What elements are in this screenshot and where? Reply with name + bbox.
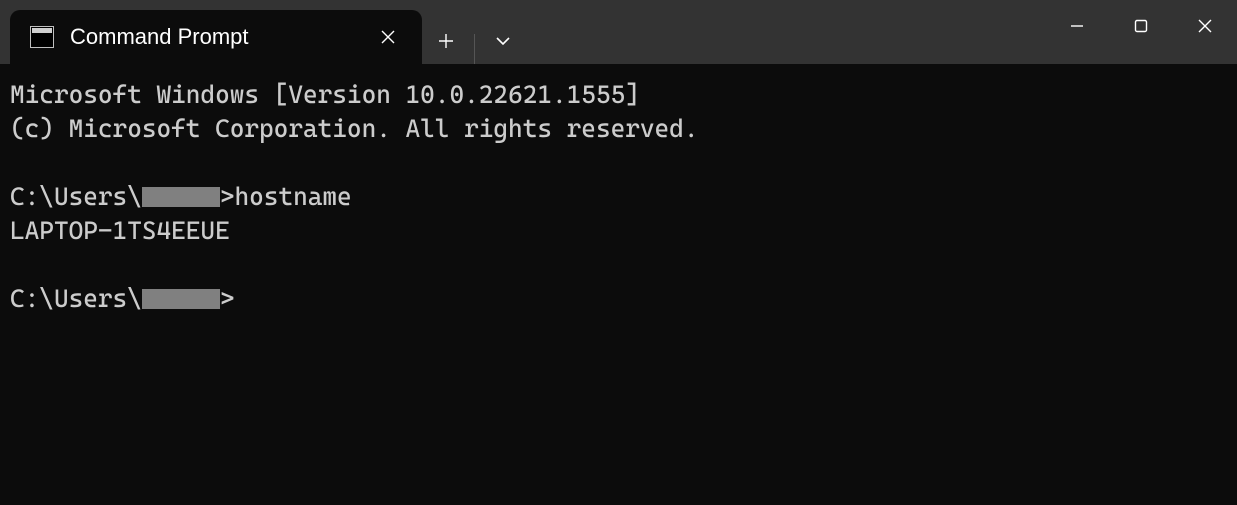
- entered-command: hostname: [235, 182, 352, 211]
- current-prompt-line: C:\Users\ >: [10, 282, 1227, 316]
- banner-line-1: Microsoft Windows [Version 10.0.22621.15…: [10, 78, 1227, 112]
- redacted-username: [142, 289, 220, 309]
- tab-command-prompt[interactable]: Command Prompt: [10, 10, 422, 64]
- terminal-window: Command Prompt Micro: [0, 0, 1237, 505]
- minimize-button[interactable]: [1045, 0, 1109, 52]
- tab-strip: Command Prompt: [0, 0, 527, 64]
- close-icon: [1198, 19, 1212, 33]
- plus-icon: [438, 33, 454, 49]
- blank-line: [10, 248, 1227, 282]
- command-line-1: C:\Users\ >hostname: [10, 180, 1227, 214]
- titlebar: Command Prompt: [0, 0, 1237, 64]
- redacted-username: [142, 187, 220, 207]
- prompt-suffix: >: [220, 182, 235, 211]
- tab-dropdown-button[interactable]: [479, 18, 527, 64]
- blank-line: [10, 146, 1227, 180]
- minimize-icon: [1070, 19, 1084, 33]
- cmd-icon: [30, 26, 54, 48]
- prompt-prefix: C:\Users\: [10, 284, 142, 313]
- command-output: LAPTOP-1TS4EEUE: [10, 214, 1227, 248]
- prompt-suffix: >: [220, 284, 235, 313]
- close-icon: [381, 30, 395, 44]
- chevron-down-icon: [495, 33, 511, 49]
- new-tab-button[interactable]: [422, 18, 470, 64]
- window-controls: [1045, 0, 1237, 52]
- maximize-button[interactable]: [1109, 0, 1173, 52]
- banner-line-2: (c) Microsoft Corporation. All rights re…: [10, 112, 1227, 146]
- tab-title: Command Prompt: [70, 24, 354, 50]
- window-close-button[interactable]: [1173, 0, 1237, 52]
- prompt-prefix: C:\Users\: [10, 182, 142, 211]
- titlebar-separator: [474, 34, 475, 64]
- terminal-output[interactable]: Microsoft Windows [Version 10.0.22621.15…: [0, 64, 1237, 505]
- tab-close-button[interactable]: [370, 19, 406, 55]
- maximize-icon: [1134, 19, 1148, 33]
